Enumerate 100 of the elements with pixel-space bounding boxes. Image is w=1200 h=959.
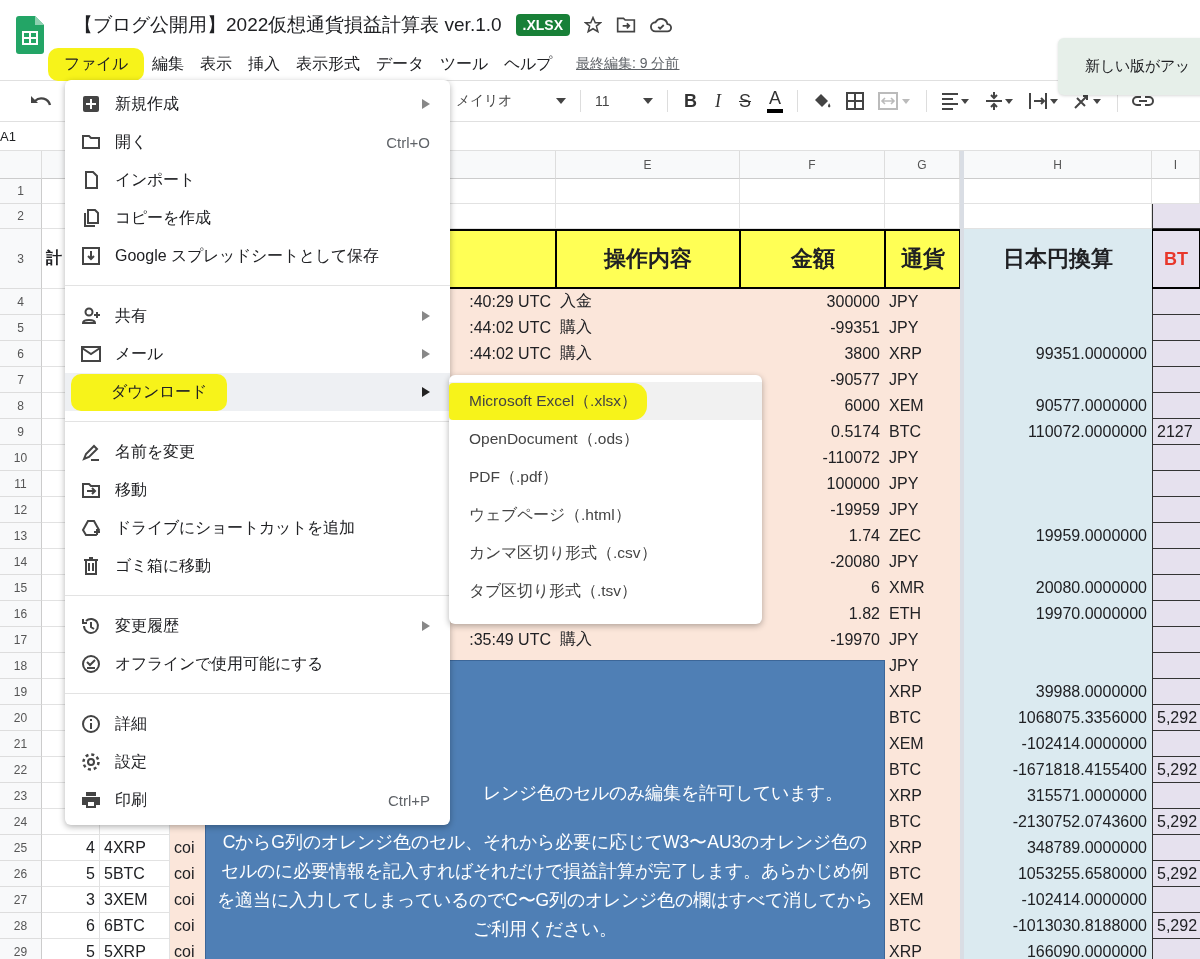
menu-item[interactable]: ゴミ箱に移動 — [65, 547, 450, 585]
row-number[interactable]: 9 — [0, 419, 42, 445]
borders-icon[interactable] — [846, 92, 865, 110]
font-size-dropdown[interactable]: 11 — [595, 93, 653, 109]
row-number[interactable]: 18 — [0, 653, 42, 679]
last-edit-link[interactable]: 最終編集: 9 分前 — [576, 55, 680, 73]
table-cell: 5,292 — [1152, 705, 1200, 731]
row-number[interactable]: 4 — [0, 289, 42, 315]
row-number[interactable]: 11 — [0, 471, 42, 497]
table-cell: 5 — [42, 939, 100, 959]
star-icon[interactable] — [584, 16, 603, 34]
move-folder-icon[interactable] — [616, 16, 637, 34]
menu-bar-item[interactable]: ヘルプ — [496, 49, 560, 79]
link-icon[interactable] — [1132, 95, 1155, 107]
note-text: レンジ色のセルのみ編集を許可しています。 — [482, 782, 844, 805]
row-number[interactable]: 23 — [0, 783, 42, 809]
row-number[interactable]: 14 — [0, 549, 42, 575]
table-cell: JPY — [885, 497, 960, 523]
table-cell: 5,292 — [1152, 913, 1200, 939]
row-number[interactable]: 7 — [0, 367, 42, 393]
menu-bar-item[interactable]: 挿入 — [240, 49, 288, 79]
vertical-align-icon[interactable] — [985, 91, 1016, 111]
menu-bar-item[interactable]: データ — [368, 49, 432, 79]
table-cell: 3 — [42, 887, 100, 913]
column-header[interactable]: E — [556, 151, 740, 179]
menu-item[interactable]: 設定 — [65, 743, 450, 781]
document-title[interactable]: 【ブログ公開用】2022仮想通貨損益計算表 ver.1.0 — [74, 12, 502, 38]
row-number[interactable]: 22 — [0, 757, 42, 783]
merge-cells-icon[interactable] — [878, 92, 913, 110]
row-number[interactable]: 27 — [0, 887, 42, 913]
row-number[interactable]: 17 — [0, 627, 42, 653]
cloud-check-icon[interactable] — [650, 16, 673, 34]
align-left-icon[interactable] — [941, 92, 972, 110]
menu-item[interactable]: 印刷 Ctrl+P — [65, 781, 450, 819]
table-cell: -99351 — [740, 315, 885, 341]
menu-item[interactable]: 移動 — [65, 471, 450, 509]
submenu-item[interactable]: Microsoft Excel（.xlsx） — [449, 382, 762, 420]
table-cell: BTC — [885, 757, 960, 783]
menu-item[interactable]: 詳細 — [65, 705, 450, 743]
menu-item[interactable]: 新規作成 — [65, 85, 450, 123]
row-number[interactable]: 8 — [0, 393, 42, 419]
row-number[interactable]: 15 — [0, 575, 42, 601]
menu-bar-item[interactable]: 編集 — [144, 49, 192, 79]
menu-bar-item[interactable]: ツール — [432, 49, 496, 79]
table-cell: XRP — [885, 835, 960, 861]
menu-bar-item[interactable]: ファイル — [48, 47, 144, 81]
table-cell: 2127 — [1152, 419, 1200, 445]
column-header[interactable]: I — [1152, 151, 1200, 179]
menu-item[interactable]: 開く Ctrl+O — [65, 123, 450, 161]
table-cell: 6 — [42, 913, 100, 939]
table-cell: 300000 — [740, 289, 885, 315]
table-cell: JPY — [885, 549, 960, 575]
row-number[interactable]: 16 — [0, 601, 42, 627]
column-header[interactable]: F — [740, 151, 885, 179]
row-number[interactable]: 29 — [0, 939, 42, 959]
format-button[interactable]: B — [682, 90, 699, 112]
menu-bar-item[interactable]: 表示 — [192, 49, 240, 79]
table-cell: 3800 — [740, 341, 885, 367]
menu-item[interactable]: ダウンロード — [65, 373, 450, 411]
sheets-logo-icon[interactable] — [16, 16, 44, 54]
cell-reference[interactable]: A1 — [0, 128, 16, 144]
row-number[interactable]: 13 — [0, 523, 42, 549]
row-number[interactable]: 26 — [0, 861, 42, 887]
row-number[interactable]: 24 — [0, 809, 42, 835]
menu-item[interactable]: 名前を変更 — [65, 433, 450, 471]
row-number[interactable]: 10 — [0, 445, 42, 471]
format-button[interactable]: I — [713, 90, 723, 112]
column-title: 日本円換算 — [964, 229, 1152, 289]
format-button[interactable]: S — [737, 90, 753, 112]
row-number[interactable]: 5 — [0, 315, 42, 341]
table-cell: 166090.0000000 — [964, 939, 1152, 959]
menu-bar-item[interactable]: 表示形式 — [288, 49, 368, 79]
row-number[interactable]: 6 — [0, 341, 42, 367]
text-wrap-icon[interactable] — [1029, 92, 1060, 110]
table-cell: -102414.0000000 — [964, 887, 1152, 913]
settings-icon — [81, 752, 101, 772]
row-number[interactable]: 3 — [0, 229, 42, 289]
text-rotation-icon[interactable] — [1073, 92, 1104, 110]
font-dropdown[interactable]: メイリオ — [456, 92, 566, 110]
row-number[interactable]: 28 — [0, 913, 42, 939]
table-cell: BTC — [885, 705, 960, 731]
row-number[interactable]: 2 — [0, 204, 42, 229]
offline-icon — [81, 654, 101, 674]
row-number[interactable]: 20 — [0, 705, 42, 731]
print-icon — [81, 790, 101, 810]
table-cell: 315571.0000000 — [964, 783, 1152, 809]
column-header[interactable]: G — [885, 151, 960, 179]
row-number[interactable]: 12 — [0, 497, 42, 523]
row-number[interactable]: 25 — [0, 835, 42, 861]
column-header[interactable]: H — [964, 151, 1152, 179]
row-number[interactable]: 21 — [0, 731, 42, 757]
table-cell: XRP — [885, 341, 960, 367]
row-number[interactable]: 1 — [0, 179, 42, 204]
menu-item[interactable]: ドライブにショートカットを追加 — [65, 509, 450, 547]
table-cell: 19959.0000000 — [964, 523, 1152, 549]
menu-item[interactable]: インポート — [65, 161, 450, 199]
row-number[interactable]: 19 — [0, 679, 42, 705]
table-cell: -1013030.8188000 — [964, 913, 1152, 939]
format-button[interactable]: A — [767, 89, 784, 113]
table-cell: JPY — [885, 367, 960, 393]
